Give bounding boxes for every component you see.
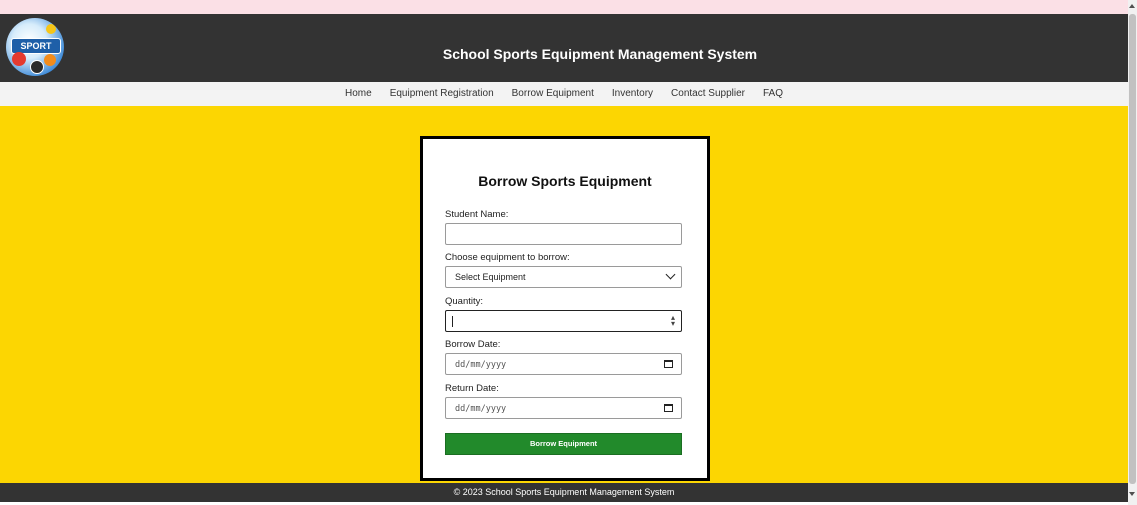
quantity-label: Quantity:	[445, 296, 484, 307]
basketball-icon	[12, 52, 26, 66]
return-date-label: Return Date:	[445, 383, 499, 394]
borrow-form-card: Borrow Sports Equipment Student Name: Ch…	[420, 136, 710, 481]
nav-equipment-registration[interactable]: Equipment Registration	[381, 82, 503, 106]
equipment-label: Choose equipment to borrow:	[445, 252, 570, 263]
tennis-ball-icon	[46, 24, 56, 34]
main-content: Borrow Sports Equipment Student Name: Ch…	[0, 106, 1128, 483]
student-name-input[interactable]	[445, 223, 682, 245]
equipment-selected-value: Select Equipment	[455, 272, 526, 282]
borrow-equipment-button[interactable]: Borrow Equipment	[445, 433, 682, 455]
site-header: School Sports Equipment Management Syste…	[0, 14, 1128, 82]
vertical-scrollbar[interactable]	[1128, 0, 1137, 505]
borrow-date-label: Borrow Date:	[445, 339, 501, 350]
site-footer: © 2023 School Sports Equipment Managemen…	[0, 483, 1128, 502]
top-strip	[0, 0, 1128, 14]
nav-home[interactable]: Home	[336, 82, 381, 106]
scroll-thumb[interactable]	[1129, 14, 1136, 484]
stepper-arrows-icon[interactable]: ▴ ▾	[671, 314, 675, 328]
form-heading: Borrow Sports Equipment	[478, 173, 652, 189]
quantity-input[interactable]: ▴ ▾	[445, 310, 682, 332]
nav-inventory[interactable]: Inventory	[603, 82, 662, 106]
volleyball-icon	[44, 54, 56, 66]
soccer-ball-icon	[30, 60, 44, 74]
sport-logo[interactable]: SPORT	[6, 18, 64, 76]
borrow-date-placeholder: dd/mm/yyyy	[455, 360, 507, 370]
scroll-down-arrow-icon[interactable]	[1129, 492, 1135, 496]
calendar-icon[interactable]	[664, 404, 673, 412]
nav-faq[interactable]: FAQ	[754, 82, 792, 106]
nav-borrow-equipment[interactable]: Borrow Equipment	[503, 82, 603, 106]
equipment-select[interactable]: Select Equipment	[445, 266, 682, 288]
borrow-date-input[interactable]: dd/mm/yyyy	[445, 353, 682, 375]
chevron-down-icon	[665, 269, 676, 280]
calendar-icon[interactable]	[664, 360, 673, 368]
main-nav: Home Equipment Registration Borrow Equip…	[0, 82, 1128, 106]
scroll-up-arrow-icon[interactable]	[1129, 4, 1135, 8]
student-name-label: Student Name:	[445, 209, 509, 220]
return-date-input[interactable]: dd/mm/yyyy	[445, 397, 682, 419]
text-caret	[452, 316, 453, 327]
nav-contact-supplier[interactable]: Contact Supplier	[662, 82, 754, 106]
return-date-placeholder: dd/mm/yyyy	[455, 404, 507, 414]
